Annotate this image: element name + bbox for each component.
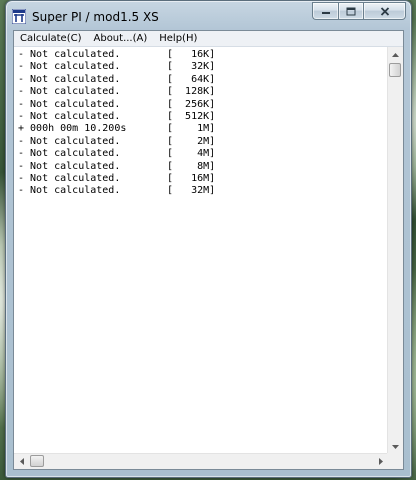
- result-line-16k: - Not calculated. [ 16K]: [18, 49, 388, 61]
- result-status: - Not calculated.: [18, 86, 121, 98]
- app-window: Super PI / mod1.5 XS Calculate(C) About.…: [5, 0, 412, 478]
- result-line-2m: - Not calculated. [ 2M]: [18, 136, 388, 148]
- window-title: Super PI / mod1.5 XS: [32, 10, 159, 24]
- vertical-scroll-thumb[interactable]: [389, 63, 401, 77]
- minimize-icon: [321, 12, 330, 14]
- arrow-left-icon: [19, 458, 24, 465]
- results-text-area[interactable]: - Not calculated. [ 16K] - Not calculated…: [14, 47, 388, 454]
- result-size: [ 64K]: [167, 73, 216, 85]
- super-pi-app-icon[interactable]: [11, 8, 27, 25]
- result-status: - Not calculated.: [18, 148, 121, 160]
- minimize-button[interactable]: [312, 2, 338, 20]
- result-status: - Not calculated.: [18, 49, 121, 60]
- result-line-32k: - Not calculated. [ 32K]: [18, 61, 388, 73]
- result-size: [ 1M]: [167, 123, 216, 135]
- results-list: - Not calculated. [ 16K] - Not calculated…: [14, 47, 388, 198]
- result-status: - Not calculated.: [18, 111, 121, 123]
- result-status: - Not calculated.: [18, 135, 121, 147]
- result-status: - Not calculated.: [18, 61, 121, 73]
- result-size: [ 2M]: [167, 135, 216, 147]
- arrow-up-icon: [392, 52, 399, 57]
- menu-help[interactable]: Help(H): [153, 31, 203, 46]
- caption-buttons: [312, 2, 406, 22]
- scrollbar-corner: [387, 453, 403, 469]
- horizontal-scroll-thumb[interactable]: [30, 455, 44, 467]
- scroll-up-button[interactable]: [388, 47, 403, 62]
- maximize-icon: [346, 7, 356, 15]
- close-icon: [380, 6, 389, 16]
- scroll-right-button[interactable]: [373, 454, 388, 469]
- client-area: Calculate(C) About...(A) Help(H) - Not c…: [13, 30, 404, 470]
- scroll-left-button[interactable]: [14, 454, 29, 469]
- result-size: [ 16M]: [167, 173, 216, 185]
- maximize-button[interactable]: [338, 2, 363, 20]
- result-size: [ 256K]: [167, 98, 216, 110]
- result-status: - Not calculated.: [18, 73, 121, 85]
- result-line-512k: - Not calculated. [ 512K]: [18, 111, 388, 123]
- result-size: [ 512K]: [167, 111, 216, 123]
- arrow-right-icon: [378, 458, 383, 465]
- result-size: [ 8M]: [167, 160, 216, 172]
- result-status: - Not calculated.: [18, 98, 121, 110]
- menu-bar: Calculate(C) About...(A) Help(H): [14, 31, 403, 47]
- result-size: [ 128K]: [167, 86, 216, 98]
- result-line-8m: - Not calculated. [ 8M]: [18, 161, 388, 173]
- result-size: [ 4M]: [167, 148, 216, 160]
- vertical-scrollbar[interactable]: [387, 47, 403, 454]
- result-line-64k: - Not calculated. [ 64K]: [18, 74, 388, 86]
- menu-about[interactable]: About...(A): [88, 31, 154, 46]
- scroll-down-button[interactable]: [388, 439, 403, 454]
- result-line-16m: - Not calculated. [ 16M]: [18, 173, 388, 185]
- horizontal-scrollbar[interactable]: [14, 453, 388, 469]
- close-button[interactable]: [363, 2, 406, 20]
- result-line-256k: - Not calculated. [ 256K]: [18, 99, 388, 111]
- result-line-4m: - Not calculated. [ 4M]: [18, 148, 388, 160]
- result-status: - Not calculated.: [18, 160, 121, 172]
- result-line-128k: - Not calculated. [ 128K]: [18, 86, 388, 98]
- result-size: [ 32K]: [167, 61, 216, 73]
- result-status: - Not calculated.: [18, 185, 121, 197]
- result-status: + 000h 00m 10.200s: [18, 123, 127, 135]
- arrow-down-icon: [392, 444, 399, 449]
- result-line-1m: + 000h 00m 10.200s [ 1M]: [18, 123, 388, 135]
- menu-calculate[interactable]: Calculate(C): [14, 31, 88, 46]
- title-bar[interactable]: Super PI / mod1.5 XS: [6, 1, 411, 31]
- result-status: - Not calculated.: [18, 173, 121, 185]
- result-size: [ 16K]: [167, 49, 216, 60]
- result-size: [ 32M]: [167, 185, 216, 197]
- result-line-32m: - Not calculated. [ 32M]: [18, 185, 388, 197]
